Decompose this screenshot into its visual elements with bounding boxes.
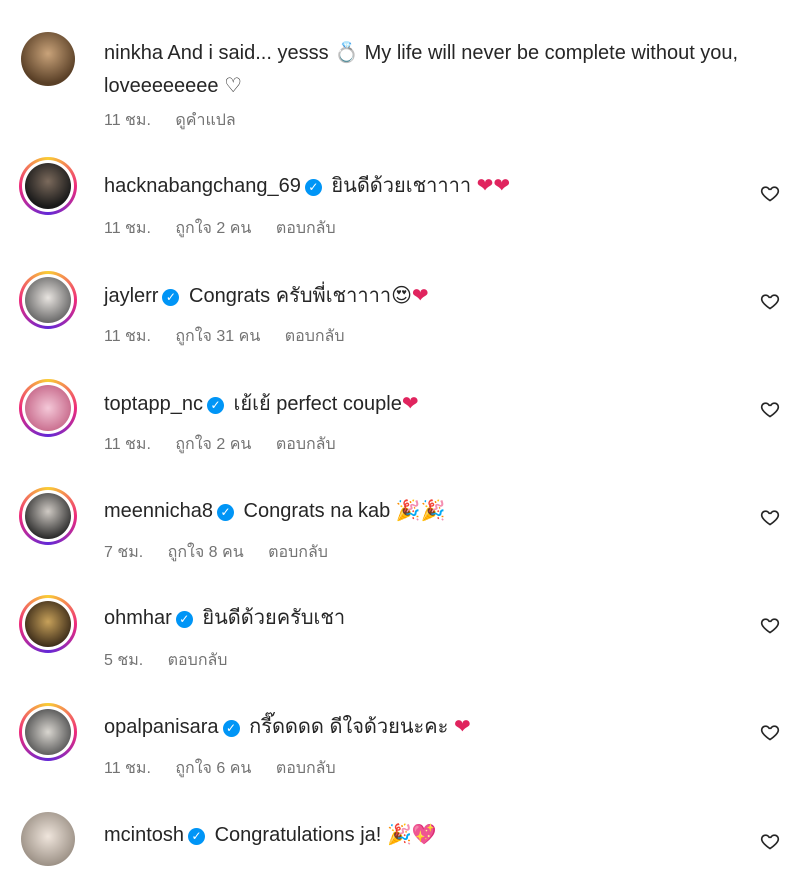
- comment-text: hacknabangchang_69 ✓ ยินดีด้วยเชาาาา ❤❤: [104, 169, 774, 202]
- heart-outline-icon[interactable]: [760, 399, 780, 419]
- verified-badge-icon: ✓: [188, 828, 206, 845]
- heart-emoji: ❤: [401, 391, 419, 415]
- ring-emoji: 💍: [334, 40, 360, 64]
- comment-time: 11 ชม.: [104, 760, 151, 777]
- comment-meta: 11 ชม. ดูคำแปล: [104, 108, 256, 133]
- comment-username[interactable]: mcintosh: [104, 824, 184, 846]
- comment-likes[interactable]: ถูกใจ 2 คน: [175, 220, 251, 237]
- heart-outline-icon[interactable]: [760, 183, 780, 203]
- comment-time: 11 ชม.: [104, 436, 151, 453]
- comment-body: Congrats na kab: [243, 500, 391, 522]
- comment-text: opalpanisara ✓ กรี๊ดดดด ดีใจด้วยนะคะ ❤: [104, 710, 774, 743]
- reply-button[interactable]: ตอบกลับ: [276, 760, 336, 777]
- comment-text: meennicha8 ✓ Congrats na kab 🎉🎉: [104, 494, 774, 527]
- comment-body: Congratulations ja!: [214, 824, 382, 846]
- comment-likes[interactable]: ถูกใจ 6 คน: [175, 760, 251, 777]
- comment-likes[interactable]: ถูกใจ 8 คน: [168, 544, 244, 561]
- reply-button[interactable]: ตอบกลับ: [285, 328, 345, 345]
- comment-time: 11 ชม.: [104, 220, 151, 237]
- comment-likes[interactable]: ถูกใจ 31 คน: [175, 328, 260, 345]
- reply-button[interactable]: ตอบกลับ: [268, 544, 328, 561]
- heart-emoji: ❤❤: [476, 173, 511, 197]
- comment-body: Congrats ครับพี่เชาาาา: [189, 285, 392, 307]
- comment-body: กรี๊ดดดด ดีใจด้วยนะคะ: [249, 716, 449, 738]
- verified-badge-icon: ✓: [206, 397, 224, 414]
- verified-badge-icon: ✓: [216, 504, 234, 521]
- comment-time: 5 ชม.: [104, 652, 144, 669]
- comment-body: เย้เย้ perfect couple: [233, 393, 402, 415]
- comment-username[interactable]: hacknabangchang_69: [104, 175, 301, 197]
- comment-text: toptapp_nc ✓ เย้เย้ perfect couple❤: [104, 387, 774, 420]
- heart-outline-icon[interactable]: [760, 291, 780, 311]
- heart-outline-icon[interactable]: [760, 831, 780, 851]
- avatar[interactable]: [19, 379, 77, 437]
- comment-meta: 7 ชม. ถูกใจ 8 คน ตอบกลับ: [104, 540, 348, 565]
- comment-likes[interactable]: ถูกใจ 2 คน: [175, 436, 251, 453]
- reply-button[interactable]: ตอบกลับ: [276, 220, 336, 237]
- comment-meta: 11 ชม. ถูกใจ 2 คน ตอบกลับ: [104, 216, 356, 241]
- reply-button[interactable]: ตอบกลับ: [168, 652, 228, 669]
- avatar[interactable]: [19, 487, 77, 545]
- verified-badge-icon: ✓: [304, 179, 322, 196]
- comment-text: jaylerr ✓ Congrats ครับพี่เชาาาา😍❤: [104, 279, 774, 312]
- avatar[interactable]: [19, 157, 77, 215]
- heart-eyes-emoji: 😍: [391, 283, 412, 307]
- avatar[interactable]: [19, 810, 77, 868]
- comment-time: 11 ชม.: [104, 328, 151, 345]
- heart-outline-icon[interactable]: [760, 615, 780, 635]
- comment-text: mcintosh ✓ Congratulations ja! 🎉💖: [104, 818, 774, 851]
- comment-text: ohmhar ✓ ยินดีด้วยครับเชา: [104, 602, 774, 634]
- avatar[interactable]: [19, 703, 77, 761]
- party-popper-emoji: 🎉🎉: [395, 498, 446, 522]
- heart-outline-icon[interactable]: [760, 722, 780, 742]
- heart-emoji: ❤: [453, 714, 471, 738]
- avatar[interactable]: [19, 30, 77, 88]
- translate-link[interactable]: ดูคำแปล: [175, 112, 235, 129]
- comment-body: ยินดีด้วยเชาาาา: [331, 175, 472, 197]
- avatar[interactable]: [19, 271, 77, 329]
- comment-time: 7 ชม.: [104, 544, 144, 561]
- comment-username[interactable]: meennicha8: [104, 500, 213, 522]
- verified-badge-icon: ✓: [175, 611, 193, 628]
- comment-username[interactable]: ninkha: [104, 42, 163, 64]
- comment-meta: 11 ชม. ถูกใจ 2 คน ตอบกลับ: [104, 432, 356, 457]
- comment-time: 11 ชม.: [104, 112, 151, 129]
- comment-text: ninkha And i said... yesss 💍 My life wil…: [104, 36, 774, 102]
- heart-outline-icon[interactable]: [760, 507, 780, 527]
- heart-emoji: ♡: [224, 73, 243, 97]
- comment-body: And i said... yesss: [167, 42, 329, 64]
- verified-badge-icon: ✓: [162, 289, 180, 306]
- comment-username[interactable]: ohmhar: [104, 607, 172, 629]
- heart-emoji: ❤: [411, 283, 429, 307]
- comment-username[interactable]: opalpanisara: [104, 716, 219, 738]
- party-popper-emoji: 🎉💖: [386, 822, 437, 846]
- reply-button[interactable]: ตอบกลับ: [276, 436, 336, 453]
- comment-body: ยินดีด้วยครับเชา: [202, 607, 346, 629]
- comment-meta: 5 ชม. ตอบกลับ: [104, 648, 247, 673]
- comment-username[interactable]: jaylerr: [104, 285, 158, 307]
- comment-username[interactable]: toptapp_nc: [104, 393, 203, 415]
- verified-badge-icon: ✓: [222, 720, 240, 737]
- comment-meta: 11 ชม. ถูกใจ 31 คน ตอบกลับ: [104, 324, 365, 349]
- avatar[interactable]: [19, 595, 77, 653]
- comment-meta: 11 ชม. ถูกใจ 6 คน ตอบกลับ: [104, 756, 356, 781]
